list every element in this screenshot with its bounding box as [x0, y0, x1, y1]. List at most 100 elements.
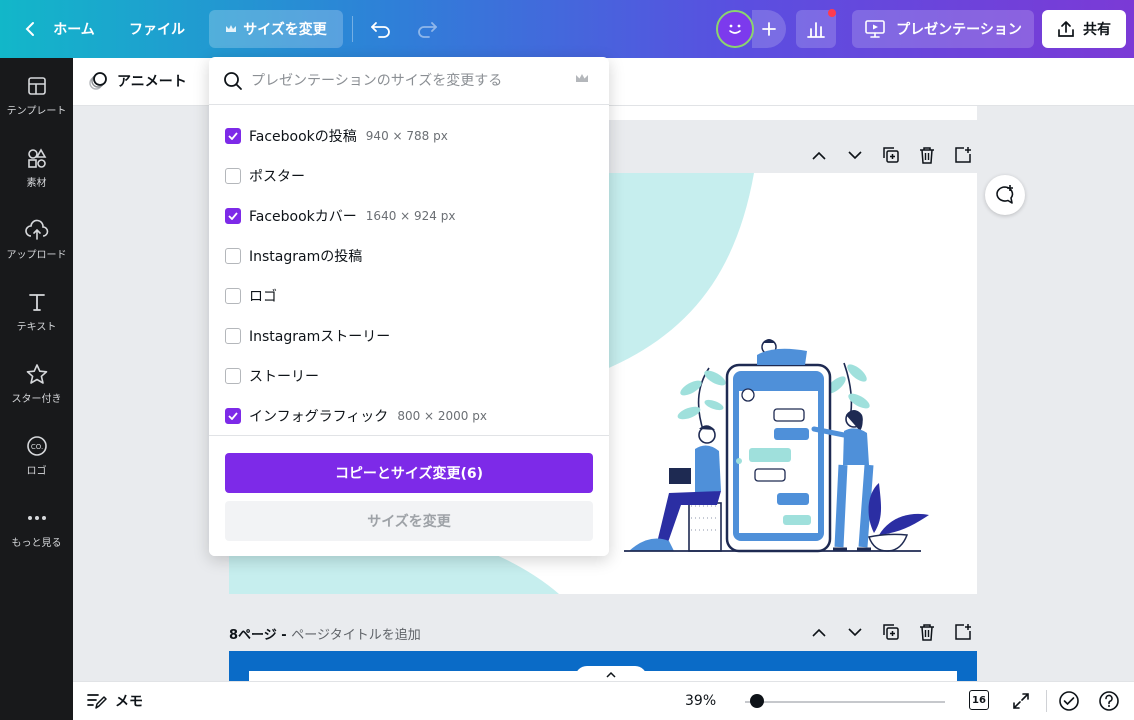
zoom-slider-handle[interactable] — [750, 694, 764, 708]
file-label: ファイル — [129, 22, 185, 38]
add-comment-button[interactable] — [985, 175, 1025, 215]
sidebar-item-elements[interactable]: 素材 — [0, 146, 73, 206]
resize-option[interactable]: ストーリー — [225, 364, 319, 388]
home-button[interactable]: ホーム — [14, 10, 104, 48]
help-icon[interactable] — [1098, 690, 1120, 712]
search-icon — [224, 72, 242, 90]
add-collaborator-button[interactable] — [752, 10, 786, 48]
resize-option[interactable]: ロゴ — [225, 284, 277, 308]
add-page-icon[interactable] — [954, 146, 972, 164]
resize-option[interactable]: インフォグラフィック 800 × 2000 px — [225, 404, 487, 428]
share-button[interactable]: 共有 — [1042, 10, 1126, 48]
svg-text:CO.: CO. — [30, 443, 42, 451]
resize-search-input[interactable] — [251, 69, 571, 93]
page-8-title[interactable]: 8ページ - ページタイトルを追加 — [229, 624, 421, 643]
notes-button[interactable]: メモ — [87, 691, 143, 711]
bottom-bar: メモ 39% 16 — [73, 681, 1134, 720]
chevron-left-icon — [25, 22, 35, 36]
animate-icon — [89, 72, 107, 90]
avatar[interactable] — [716, 10, 754, 48]
chevron-up-icon[interactable] — [810, 623, 828, 641]
checkbox-checked[interactable] — [225, 408, 241, 424]
resize-search-row — [209, 57, 609, 105]
resize-option[interactable]: Facebookの投稿 940 × 788 px — [225, 124, 448, 148]
checkbox-checked[interactable] — [225, 208, 241, 224]
page-count-button[interactable]: 16 — [969, 690, 989, 710]
comment-plus-icon — [996, 185, 1014, 204]
present-label: プレゼンテーション — [896, 22, 1022, 38]
sidebar-item-label: テンプレート — [6, 106, 67, 117]
resize-option-label: ポスター — [249, 169, 305, 185]
star-icon — [25, 362, 49, 386]
chevron-down-icon[interactable] — [846, 146, 864, 164]
checkmark-icon — [228, 412, 238, 420]
smiley-icon — [729, 24, 741, 34]
sidebar: テンプレート 素材 アップロード テキスト スター付き CO. ロゴ もっと見る — [0, 58, 73, 720]
resize-option-dimensions: 1640 × 924 px — [365, 209, 456, 223]
resize-option[interactable]: ポスター — [225, 164, 305, 188]
checkbox-unchecked[interactable] — [225, 288, 241, 304]
animate-label: アニメート — [117, 74, 187, 90]
bar-chart-icon — [807, 22, 825, 38]
trash-icon[interactable] — [918, 146, 936, 164]
page-title-placeholder: ページタイトルを追加 — [291, 628, 421, 643]
file-menu-button[interactable]: ファイル — [120, 10, 194, 48]
notes-label: メモ — [115, 694, 143, 710]
resize-option-dimensions: 940 × 788 px — [365, 129, 448, 143]
animate-button[interactable]: アニメート — [87, 70, 187, 92]
sidebar-item-templates[interactable]: テンプレート — [0, 74, 73, 134]
resize-option-label: ロゴ — [249, 289, 277, 305]
checkbox-unchecked[interactable] — [225, 248, 241, 264]
text-icon — [25, 290, 49, 314]
resize-option[interactable]: Instagramストーリー — [225, 324, 390, 348]
logo-icon: CO. — [25, 434, 49, 458]
add-page-icon[interactable] — [954, 623, 972, 641]
plus-icon — [762, 22, 776, 36]
sidebar-item-label: もっと見る — [11, 538, 62, 549]
sidebar-item-logo[interactable]: CO. ロゴ — [0, 434, 73, 494]
more-icon — [25, 506, 49, 530]
notes-icon — [87, 694, 107, 709]
chevron-down-icon[interactable] — [846, 623, 864, 641]
trash-icon[interactable] — [918, 623, 936, 641]
zoom-slider[interactable] — [745, 701, 945, 703]
sidebar-item-starred[interactable]: スター付き — [0, 362, 73, 422]
resize-label: サイズを変更 — [243, 22, 327, 38]
undo-button[interactable] — [364, 10, 398, 48]
sidebar-item-label: 素材 — [26, 178, 47, 189]
copy-and-resize-button[interactable]: コピーとサイズ変更(6) — [225, 453, 593, 493]
fullscreen-icon[interactable] — [1010, 690, 1032, 712]
checkbox-unchecked[interactable] — [225, 368, 241, 384]
resize-button[interactable]: サイズを変更 — [209, 10, 343, 48]
resize-option-label: Instagramの投稿 — [249, 249, 363, 265]
duplicate-icon[interactable] — [882, 146, 900, 164]
resize-confirm-button[interactable]: サイズを変更 — [225, 501, 593, 541]
checkbox-unchecked[interactable] — [225, 328, 241, 344]
chevron-up-icon[interactable] — [810, 146, 828, 164]
checkbox-checked[interactable] — [225, 128, 241, 144]
bottom-divider — [1046, 690, 1047, 712]
checkmark-icon — [228, 212, 238, 220]
redo-button[interactable] — [410, 10, 444, 48]
sidebar-item-text[interactable]: テキスト — [0, 290, 73, 350]
sidebar-item-more[interactable]: もっと見る — [0, 506, 73, 566]
resize-option-label: Facebookカバー — [249, 209, 357, 225]
elements-icon — [25, 146, 49, 170]
resize-option-label: インフォグラフィック — [249, 409, 389, 425]
toolbar-divider — [352, 16, 353, 42]
resize-option[interactable]: Facebookカバー 1640 × 924 px — [225, 204, 455, 228]
checkbox-unchecked[interactable] — [225, 168, 241, 184]
undo-icon — [371, 22, 390, 38]
resize-dropdown-footer: コピーとサイズ変更(6) サイズを変更 — [209, 435, 609, 556]
sidebar-item-upload[interactable]: アップロード — [0, 218, 73, 278]
expand-pages-button[interactable] — [575, 666, 647, 682]
duplicate-icon[interactable] — [882, 623, 900, 641]
check-circle-icon[interactable] — [1058, 690, 1080, 712]
present-button[interactable]: プレゼンテーション — [852, 10, 1034, 48]
upload-share-icon — [1058, 21, 1074, 37]
resize-dropdown: Facebookの投稿 940 × 788 px ポスター Facebookカバ… — [209, 57, 609, 556]
crown-icon — [576, 74, 588, 82]
resize-option[interactable]: Instagramの投稿 — [225, 244, 362, 268]
resize-option-label: ストーリー — [249, 369, 319, 385]
notification-dot — [828, 9, 836, 17]
